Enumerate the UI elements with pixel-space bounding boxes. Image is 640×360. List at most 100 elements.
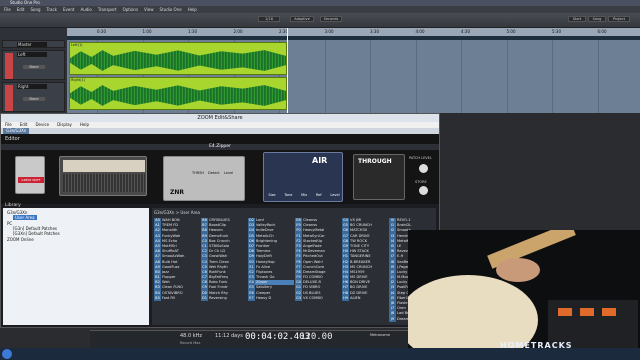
patch-name: Roko Funk [209,280,228,285]
patch-level-knob[interactable] [419,164,428,173]
menu-item[interactable]: Event [63,6,74,13]
pedal-name: ZNR [170,189,184,196]
ruler-tick-label: 3:30 [370,29,379,34]
patch-name: FunkyWah [162,233,181,238]
patch-name: Lord [256,218,264,222]
track-color-strip [5,53,13,79]
patch-name: MS DRIVE [350,275,368,280]
patch-name: DemoFunk [209,233,229,238]
patch-name: Lucky [397,280,408,285]
seconds-select[interactable]: Seconds [320,16,342,22]
grid-line [506,40,508,113]
timeline-ruler[interactable]: 0:30 1:00 1:30 2:00 2:30 3:00 3:30 4:00 4:30 5:00… [67,28,640,36]
audio-clip-left[interactable]: Left(1) [69,42,287,75]
folder-track-name: Master [17,42,47,47]
patch-name: REVO-1 [397,218,411,222]
timebase-select[interactable]: 1/16 [258,16,280,22]
patch-name: ALIEN [350,295,361,300]
air-knob-label: Level [330,193,340,197]
tree-item[interactable]: ZOOM Online [7,237,34,242]
menu-item[interactable]: Help [188,6,197,13]
playhead[interactable] [287,28,288,113]
ruler-tick-label: 6:00 [597,29,607,34]
air-knob-label: Ref [315,193,322,197]
patch-name: MATCH30 [350,228,368,233]
patch-cell[interactable]: B5 Fast Fill [154,295,200,301]
patch-name: TONE CITY [350,243,370,248]
menu-item[interactable]: Audio [80,6,91,13]
patch-name[interactable]: E4.Zipper [1,144,439,150]
menu-item[interactable]: Studio One [160,6,182,13]
menu-item[interactable]: View [144,6,154,13]
tempo-display[interactable]: 120.00 [300,332,333,342]
patch-name: Wet Rhyth [209,264,228,269]
library-panel: Library G3n/G3Xn User Area PC [G3n] Defa… [1,203,439,327]
pedal-air[interactable]: AIR Size Tone Mix Ref Level [263,152,343,202]
track-input-select[interactable]: None [23,65,45,69]
pedal-muff[interactable]: GREAT MUFF [15,156,45,194]
sample-rate: 48.0 kHz [180,333,203,339]
track-name[interactable]: Left [17,52,47,57]
tree-item[interactable]: [G3Xn] Default Patches [13,231,60,236]
menu-item[interactable]: File [4,6,11,13]
patch-name: Match Rhy [209,290,229,295]
patch-name: Jazz [162,269,170,274]
grid-line [370,40,371,113]
tree-item[interactable]: PC [7,221,12,226]
pedal-znr[interactable]: ZNR THRSH Detect Level [163,156,245,201]
metronome-label[interactable]: Metronome [370,333,390,337]
patch-cell[interactable]: H9 ALIEN [342,295,388,301]
patch-name: Thrash Go [256,275,275,280]
patch-name: MS1959 [350,269,365,274]
patch-name: Ravez [397,249,408,254]
patch-name: Lucky [397,269,408,274]
patch-name: BoostClip [209,223,226,228]
tree-item-selected[interactable]: User Area [13,215,37,220]
store-button[interactable] [419,186,428,195]
waveform [70,50,286,71]
patch-cell[interactable]: D1 Reversing [201,295,247,301]
editor-panel: Editor E4.Zipper GREAT MUFF ZNR THRSH De… [1,134,439,204]
track-input-select[interactable]: None [23,97,45,101]
folder-track[interactable]: Master [2,40,65,48]
menu-item[interactable]: Options [123,6,138,13]
patch-name: Reversing [209,295,227,300]
menu-item[interactable]: Track [47,6,57,13]
patch-cell[interactable]: G3 VX COMBO [295,295,341,301]
clip-label: Left(1) [71,43,83,47]
patch-name: IndieDrve [256,228,274,233]
patch-name: FD VIBRO [303,285,321,290]
patch-name: Box Crunch [209,238,230,243]
patch-name: MotMSrl [162,243,177,248]
patch-slot-id: H9 [342,295,349,301]
patch-name: J.Page [397,264,408,269]
patch-name: Heaven [209,228,223,233]
patch-cell[interactable]: E7 Heavy D [248,295,294,301]
patch-name: GoodFuzz [162,264,180,269]
start-orb-icon[interactable] [2,349,12,359]
menu-item[interactable]: Transport [98,6,117,13]
arrange-view[interactable]: Left(1) Right(1) [67,40,640,113]
clip-label: Right(1) [71,78,86,82]
grid-line [415,40,417,113]
air-knob-label: Tone [284,193,293,197]
track-left[interactable]: Left None [2,50,65,80]
patch-name: Fast Fill [162,295,176,300]
menu-item[interactable]: Song [30,6,40,13]
song-button[interactable]: Song [588,16,606,22]
patch-name: E-H [397,254,404,259]
patch-grid: G3n/G3Xn > User Area A0 WAH BON A1 TREM FD A… [152,208,436,325]
patch-name: FD COMBO [303,275,323,280]
track-right[interactable]: Right None [2,82,65,112]
pedal-through[interactable]: THROUGH [353,154,405,200]
patch-name: Frontier [256,243,270,248]
track-name[interactable]: Right [17,84,47,89]
patch-name: StackedUp [303,238,323,243]
menu-item[interactable]: Edit [17,6,25,13]
amp-model[interactable] [59,156,147,196]
audio-clip-right[interactable]: Right(1) [69,77,287,110]
quantize-select[interactable]: Adaptive [290,16,314,22]
project-button[interactable]: Project [608,16,630,22]
patch-name: TREM FD [162,223,179,228]
start-button[interactable]: Start [568,16,586,22]
